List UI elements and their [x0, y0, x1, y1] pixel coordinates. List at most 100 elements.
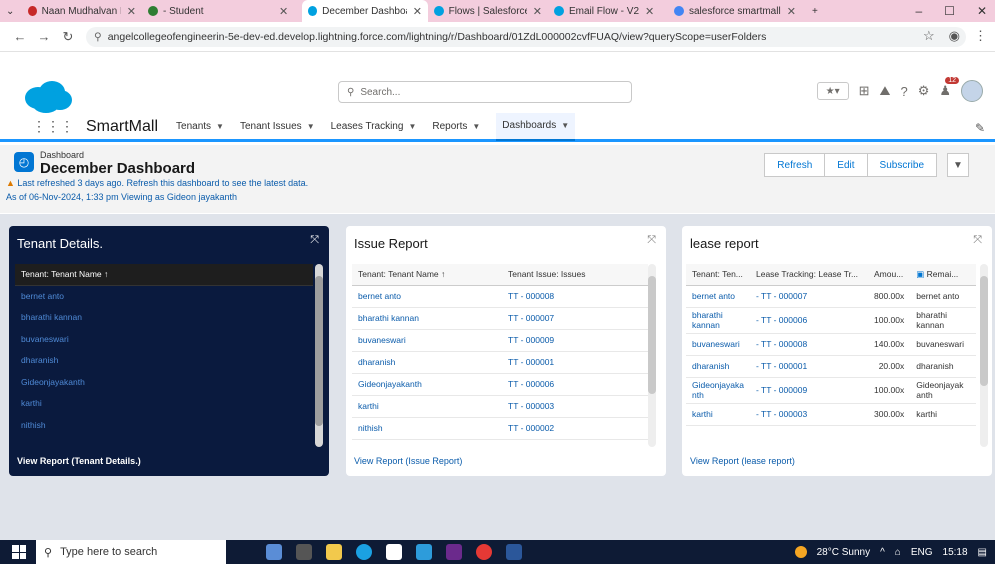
more-actions-button[interactable]: ▼ [947, 153, 969, 177]
task-view-icon[interactable] [296, 544, 312, 560]
forward-button[interactable]: → [32, 29, 56, 44]
taskbar-search-input[interactable]: ⚲ Type here to search [36, 540, 226, 564]
column-header[interactable]: ▣ Remai... [910, 264, 976, 286]
subscribe-button[interactable]: Subscribe [867, 153, 937, 177]
scrollbar[interactable] [648, 264, 656, 447]
setup-gear-icon[interactable]: ⚙ [918, 83, 930, 99]
close-icon[interactable]: ✕ [413, 5, 422, 18]
windows-start-icon[interactable] [12, 545, 26, 559]
scrollbar[interactable] [315, 264, 323, 447]
calculator-icon[interactable] [416, 544, 432, 560]
edit-nav-icon[interactable]: ✎ [975, 121, 985, 135]
document-icon[interactable] [386, 544, 402, 560]
table-cell[interactable]: - TT - 000006 [749, 307, 868, 334]
clock[interactable]: 15:18 [943, 547, 968, 558]
scrollbar[interactable] [980, 264, 988, 447]
notifications-icon[interactable]: ▤ [978, 547, 987, 558]
table-cell[interactable]: buvaneswari [686, 333, 750, 356]
close-icon[interactable]: ✕ [787, 5, 796, 18]
column-header[interactable]: Lease Tracking: Lease Tr... [749, 264, 868, 286]
browser-tab-5[interactable]: Email Flow - V2 ✕ [548, 0, 668, 22]
close-window-button[interactable]: ✕ [977, 4, 987, 18]
column-header[interactable]: Tenant: Ten... [686, 264, 750, 286]
chevron-down-icon[interactable]: ▼ [307, 122, 315, 131]
table-cell[interactable]: - TT - 000007 [749, 285, 868, 308]
word-icon[interactable] [506, 544, 522, 560]
table-cell[interactable]: karthi [352, 395, 502, 418]
maximize-button[interactable]: ☐ [944, 4, 955, 18]
table-cell[interactable]: karthi [15, 393, 313, 415]
table-cell[interactable]: dharanish [15, 350, 313, 372]
view-report-link[interactable]: View Report (Issue Report) [354, 456, 462, 466]
weather-text[interactable]: 28°C Sunny [817, 547, 870, 558]
browser-tab-6[interactable]: salesforce smartmall ✕ [668, 0, 806, 22]
column-header[interactable]: Tenant: Tenant Name ↑ [15, 264, 313, 286]
view-report-link[interactable]: View Report (lease report) [690, 456, 795, 466]
table-cell[interactable]: buvaneswari [15, 328, 313, 350]
table-cell[interactable]: TT - 000006 [502, 373, 648, 396]
app-launcher-icon[interactable]: ⋮⋮⋮ [32, 118, 74, 135]
reload-button[interactable]: ↻ [56, 29, 80, 45]
column-header[interactable]: Amou... [867, 264, 911, 286]
global-search-input[interactable]: ⚲ Search... [338, 81, 632, 103]
table-cell[interactable]: TT - 000003 [502, 395, 648, 418]
table-cell[interactable]: Gideonjayakanth [15, 371, 313, 393]
site-info-icon[interactable]: ⚲ [94, 31, 102, 43]
table-cell[interactable]: bharathi kannan [15, 307, 313, 329]
global-actions-icon[interactable]: ⊞ [859, 83, 870, 99]
chrome-icon[interactable] [476, 544, 492, 560]
salesforce-logo[interactable] [22, 80, 74, 114]
chevron-down-icon[interactable]: ▼ [561, 121, 569, 130]
network-icon[interactable]: ⌂ [895, 547, 901, 558]
table-cell[interactable]: - TT - 000001 [749, 355, 868, 378]
table-cell[interactable]: bernet anto [15, 285, 313, 307]
menu-icon[interactable]: ⋮ [974, 28, 987, 44]
scrollbar-thumb[interactable] [648, 276, 656, 394]
browser-tab-4[interactable]: Flows | Salesforce ✕ [428, 0, 548, 22]
profile-icon[interactable]: ◉ [949, 28, 960, 44]
bookmark-star-icon[interactable]: ☆ [923, 28, 935, 44]
table-cell[interactable]: nithish [15, 414, 313, 436]
url-field[interactable]: ⚲ angelcollegeofengineerin-5e-dev-ed.dev… [86, 26, 966, 47]
column-header[interactable]: Tenant: Tenant Name ↑ [352, 264, 502, 286]
scrollbar-thumb[interactable] [980, 276, 988, 386]
nav-item-leases-tracking[interactable]: Leases Tracking ▼ [331, 113, 417, 141]
edge-icon[interactable] [356, 544, 372, 560]
weather-icon[interactable] [794, 546, 807, 558]
favorites-icon[interactable]: ★▾ [816, 82, 849, 100]
expand-icon[interactable]: ⤧ [973, 234, 982, 247]
expand-icon[interactable]: ⤧ [310, 234, 319, 247]
table-cell[interactable]: Gideonjayakanth [352, 373, 502, 396]
notifications-bell-icon[interactable]: ♟ 12 [939, 77, 959, 99]
browser-tab-3[interactable]: December Dashboar ✕ [302, 0, 428, 22]
tab-list-button[interactable]: ⌄ [0, 0, 22, 22]
trailhead-icon[interactable]: ⛰ [880, 83, 891, 99]
tray-chevron-icon[interactable]: ^ [880, 547, 885, 558]
table-cell[interactable]: bernet anto [686, 285, 750, 308]
table-cell[interactable]: - TT - 000009 [749, 377, 868, 404]
close-icon[interactable]: ✕ [279, 5, 288, 18]
nav-item-tenants[interactable]: Tenants ▼ [176, 113, 224, 141]
table-cell[interactable]: TT - 000008 [502, 285, 648, 308]
browser-tab-1[interactable]: Naan Mudhalvan Ma ✕ [22, 0, 142, 22]
chevron-down-icon[interactable]: ▼ [408, 122, 416, 131]
table-cell[interactable]: - TT - 000008 [749, 333, 868, 356]
language-indicator[interactable]: ENG [911, 547, 933, 558]
table-cell[interactable]: TT - 000001 [502, 351, 648, 374]
scrollbar-thumb[interactable] [315, 276, 323, 426]
file-explorer-icon[interactable] [326, 544, 342, 560]
user-avatar[interactable] [961, 80, 983, 102]
premiere-icon[interactable] [446, 544, 462, 560]
table-cell[interactable]: buvaneswari [352, 329, 502, 352]
expand-icon[interactable]: ⤧ [647, 234, 656, 247]
close-icon[interactable]: ✕ [127, 5, 136, 18]
nav-item-dashboards[interactable]: Dashboards ▼ [496, 112, 576, 141]
table-cell[interactable]: TT - 000007 [502, 307, 648, 330]
minimize-button[interactable]: – [915, 4, 922, 18]
table-cell[interactable]: bernet anto [352, 285, 502, 308]
close-icon[interactable]: ✕ [533, 5, 542, 18]
view-report-link[interactable]: View Report (Tenant Details.) [17, 456, 141, 466]
help-icon[interactable]: ? [900, 84, 907, 99]
table-cell[interactable]: nithish [352, 417, 502, 440]
table-cell[interactable]: Gideonjayaka nth [686, 377, 750, 404]
